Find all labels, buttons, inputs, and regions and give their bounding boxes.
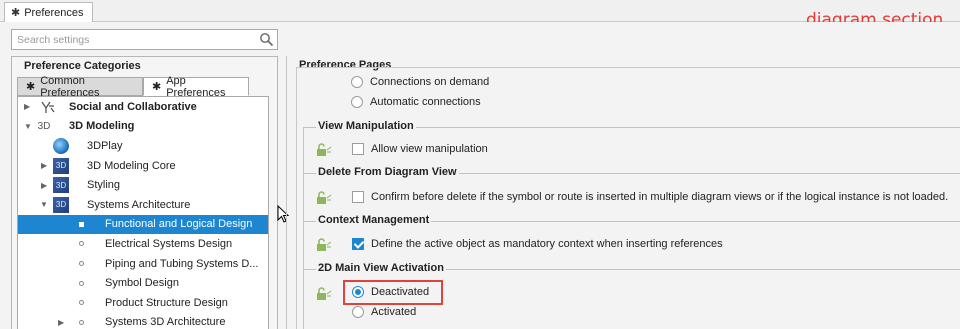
collapse-arrow-icon[interactable]: ▼ [40,200,48,209]
tree-item-functional-and-logical-design[interactable]: Functional and Logical Design [18,214,268,235]
tree-item-label: Social and Collaborative [69,100,197,113]
tree-item-piping-and-tubing[interactable]: Piping and Tubing Systems D... [18,254,268,274]
radio-button[interactable] [351,96,363,108]
allow-view-manipulation-checkbox[interactable]: Allow view manipulation [352,143,488,155]
view-manipulation-title: View Manipulation [316,120,416,132]
preference-pages-panel: Preference Pages Connections on demand A… [286,56,960,329]
tab-preferences[interactable]: ✱ Preferences [4,2,93,23]
define-active-object-label: Define the active object as mandatory co… [371,238,723,250]
tree-item-social-and-collaborative[interactable]: ▶ Social and Collaborative [18,97,268,117]
define-active-object-checkbox[interactable]: Define the active object as mandatory co… [352,238,723,250]
tab-common-preferences[interactable]: ✱ Common Preferences [17,74,143,99]
preference-categories-title: Preference Categories [24,60,141,72]
app-icon: 3D [53,196,69,213]
tree-item-label: Symbol Design [105,277,179,290]
leaf-bullet-icon [73,216,89,232]
delete-from-diagram-title: Delete From Diagram View [316,166,459,178]
tab-app-preferences[interactable]: ✱ App Preferences [143,74,249,99]
search-input[interactable]: Search settings [11,29,278,50]
checkbox[interactable] [352,191,364,203]
search-placeholder: Search settings [17,33,90,46]
tab-app-preferences-label: App Preferences [166,74,226,99]
tree-item-label: 3D Modeling [69,120,135,133]
unlock-icon[interactable] [316,191,332,205]
category-tree: ▶ Social and Collaborative ▼ 3D 3D Model… [17,96,269,329]
gear-icon: ✱ [26,81,36,93]
leaf-bullet-icon [73,256,89,272]
confirm-before-delete-checkbox[interactable]: Confirm before delete if the symbol or r… [352,191,948,203]
expand-arrow-icon[interactable]: ▶ [41,181,49,190]
3d-icon: 3D [37,120,51,132]
expand-arrow-icon[interactable]: ▶ [41,161,49,170]
checkbox[interactable] [352,143,364,155]
connections-on-demand-radio[interactable]: Connections on demand [351,76,489,88]
tab-common-preferences-label: Common Preferences [40,74,100,99]
tree-item-label: Product Structure Design [105,296,228,309]
gear-icon: ✱ [152,81,162,93]
radio-button-selected[interactable] [352,286,364,298]
tree-item-systems-architecture[interactable]: ▼ 3D Systems Architecture [18,195,268,215]
context-management-title: Context Management [316,214,432,226]
tree-item-3d-modeling-core[interactable]: ▶ 3D 3D Modeling Core [18,156,268,176]
tree-item-label: Electrical Systems Design [105,237,233,250]
tree-item-product-structure-design[interactable]: Product Structure Design [18,293,268,313]
collapse-arrow-icon[interactable]: ▼ [24,122,32,131]
2d-main-view-activation-title: 2D Main View Activation [316,262,446,274]
social-collaborative-icon [40,99,56,115]
tree-item-systems-3d-architecture[interactable]: ▶ Systems 3D Architecture [18,313,268,329]
activated-label: Activated [371,306,417,318]
checkbox-checked[interactable] [352,238,364,250]
leaf-bullet-icon [73,236,89,252]
activated-radio[interactable]: Activated [352,306,416,318]
app-icon: 3D [53,177,69,194]
tree-item-3d-modeling[interactable]: ▼ 3D 3D Modeling [18,117,268,137]
app-icon: 3D [53,157,69,174]
radio-button[interactable] [351,76,363,88]
tree-item-3dplay[interactable]: 3DPlay [18,136,268,156]
search-icon[interactable] [259,32,274,47]
expand-arrow-icon[interactable]: ▶ [24,102,32,111]
automatic-connections-label: Automatic connections [370,96,481,108]
tree-item-electrical-systems-design[interactable]: Electrical Systems Design [18,234,268,254]
preference-categories-panel: Preference Categories ✱ Common Preferenc… [11,56,278,329]
tree-item-label: Systems 3D Architecture [105,316,226,329]
unlock-icon[interactable] [316,238,332,252]
tree-item-styling[interactable]: ▶ 3D Styling [18,175,268,195]
allow-view-manipulation-label: Allow view manipulation [371,143,488,155]
leaf-bullet-icon [73,275,89,291]
tree-item-label: Functional and Logical Design [105,218,253,231]
tab-preferences-label: Preferences [24,7,84,19]
automatic-connections-radio[interactable]: Automatic connections [351,96,481,108]
tree-item-label: Styling [87,179,121,192]
deactivated-label: Deactivated [371,286,430,298]
tree-item-label: 3D Modeling Core [87,159,176,172]
unlock-icon[interactable] [316,287,332,301]
tree-item-label: Piping and Tubing Systems D... [105,257,259,270]
tree-item-symbol-design[interactable]: Symbol Design [18,273,268,293]
2d-main-view-activation-section: 2D Main View Activation Deactivated Acti… [303,262,960,329]
unlock-icon[interactable] [316,143,332,157]
gear-icon: ✱ [11,6,21,19]
radio-button[interactable] [352,306,364,318]
preferences-window: Search settings Preference Categories ✱ … [0,22,960,329]
leaf-bullet-icon [73,295,89,311]
tree-item-label: Systems Architecture [87,198,191,211]
connections-on-demand-label: Connections on demand [370,76,490,88]
confirm-before-delete-label: Confirm before delete if the symbol or r… [371,191,949,203]
leaf-bullet-icon [73,314,89,329]
deactivated-radio[interactable]: Deactivated [352,286,429,298]
tree-item-label: 3DPlay [87,139,123,152]
expand-arrow-icon[interactable]: ▶ [58,318,66,327]
3dplay-icon [53,137,69,154]
